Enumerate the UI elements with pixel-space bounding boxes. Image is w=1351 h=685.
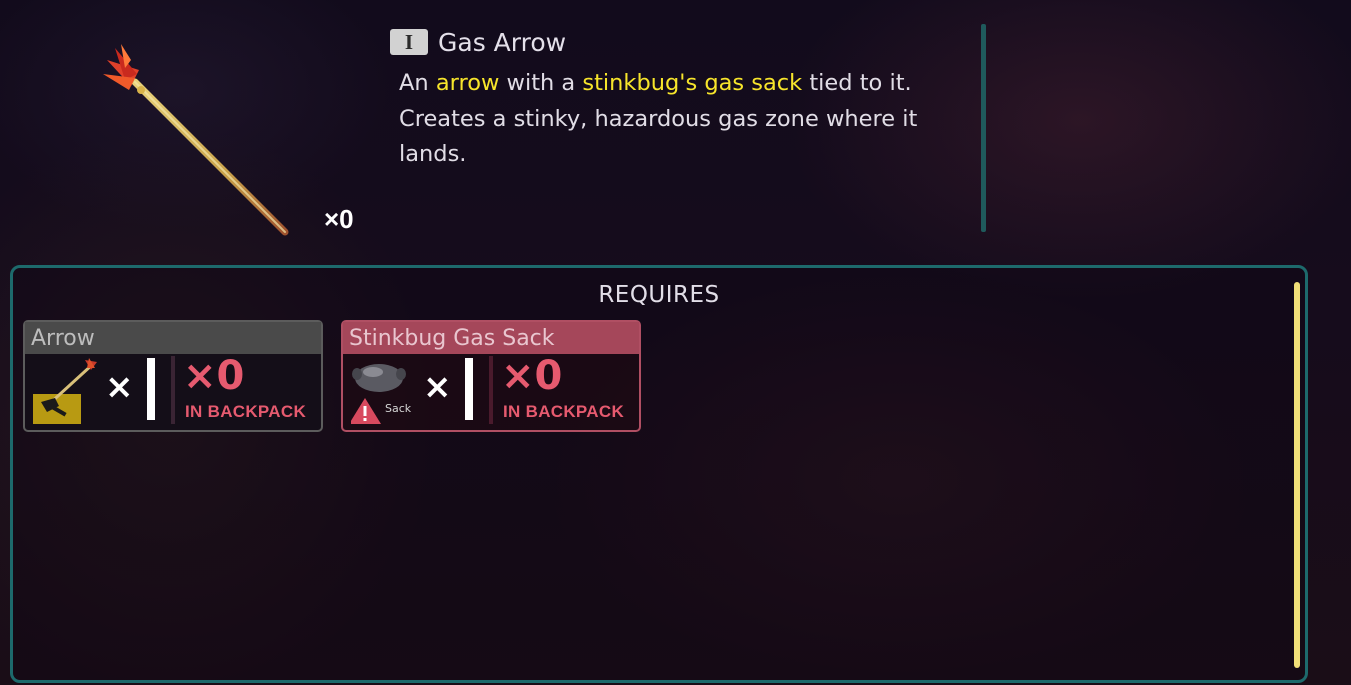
description-text: An — [399, 70, 436, 96]
tier-badge: I — [390, 29, 428, 55]
requires-scrollbar[interactable] — [1294, 282, 1300, 668]
requires-panel: REQUIRES Arrow × ×0 IN BACKPACK Stinkbug… — [10, 265, 1308, 683]
ingredient-card-arrow[interactable]: Arrow × ×0 IN BACKPACK — [23, 320, 323, 432]
item-count: ×0 — [324, 204, 354, 234]
location-label: IN BACKPACK — [185, 402, 307, 421]
ingredient-card-stinkbug-gas-sack[interactable]: Stinkbug Gas Sack Sack × ×0 IN BACKPACK — [341, 320, 641, 432]
info-divider — [981, 24, 986, 232]
item-title-row: I Gas Arrow — [390, 26, 566, 58]
ingredient-separator — [171, 356, 175, 424]
item-title: Gas Arrow — [438, 27, 567, 57]
times-sign: × — [105, 367, 134, 407]
description-highlight-arrow: arrow — [435, 70, 500, 96]
description-highlight-gas-sack: stinkbug's gas sack — [582, 70, 803, 96]
ingredient-separator — [489, 356, 493, 424]
required-quantity-bar — [465, 358, 473, 420]
warning-icon — [351, 398, 381, 424]
ingredient-name: Stinkbug Gas Sack — [343, 322, 639, 354]
times-sign: × — [423, 367, 452, 407]
gas-arrow-image — [103, 44, 291, 238]
location-label: IN BACKPACK — [503, 402, 625, 421]
ingredient-name: Arrow — [25, 322, 321, 354]
required-quantity-bar — [147, 358, 155, 420]
requires-title: REQUIRES — [598, 282, 720, 308]
description-text: with a — [499, 70, 583, 96]
icon-caption: Sack — [385, 402, 412, 415]
item-description: An arrow with a stinkbug's gas sack tied… — [399, 66, 979, 173]
arrow-icon — [33, 358, 97, 424]
have-count: ×0 — [183, 353, 245, 399]
have-count: ×0 — [501, 353, 563, 399]
